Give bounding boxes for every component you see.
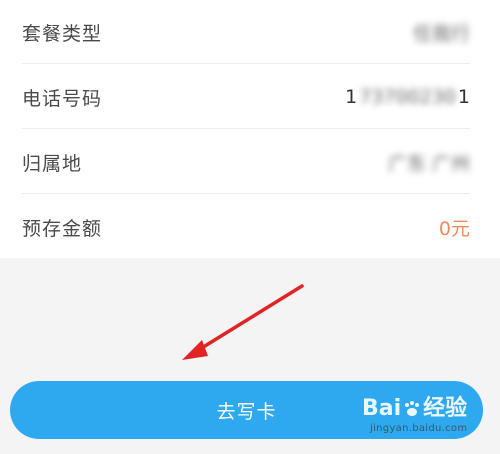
watermark-url: jingyan.baidu.com <box>370 423 468 434</box>
baidu-jingyan-watermark: Bai 经验 jingyan.baidu.com <box>362 397 482 439</box>
phone-number-label: 电话号码 <box>22 87 103 110</box>
location-value: 广东 广州 <box>387 152 470 175</box>
row-divider <box>22 193 470 194</box>
phone-number-first-digit: 1 <box>345 86 358 108</box>
info-row-location: 归属地 广东 广州 <box>22 130 470 194</box>
phone-number-value: 1 73700230 1 <box>345 86 470 108</box>
row-divider <box>22 63 470 64</box>
watermark-brand-left: Bai <box>362 396 402 421</box>
red-arrow-annotation <box>182 284 304 360</box>
paw-icon <box>403 400 421 418</box>
plan-type-value: 任我行 <box>412 22 470 45</box>
plan-type-label: 套餐类型 <box>22 22 103 45</box>
plan-info-card: 套餐类型 任我行 电话号码 1 73700230 1 归属地 广东 广州 预存金… <box>0 0 500 258</box>
info-row-phone-number: 电话号码 1 73700230 1 <box>22 65 470 129</box>
prepaid-amount-value: 0元 <box>438 217 470 240</box>
phone-number-masked-digits: 73700230 <box>359 86 456 108</box>
info-row-prepaid-amount: 预存金额 0元 <box>22 195 470 259</box>
phone-number-last-digit: 1 <box>457 86 470 108</box>
watermark-brand-right: 经验 <box>423 396 468 421</box>
watermark-brand: Bai 经验 <box>362 397 482 421</box>
row-divider <box>22 128 470 129</box>
screen: 套餐类型 任我行 电话号码 1 73700230 1 归属地 广东 广州 预存金… <box>0 0 500 454</box>
location-label: 归属地 <box>22 152 83 175</box>
prepaid-amount-label: 预存金额 <box>22 217 103 240</box>
info-row-plan-type: 套餐类型 任我行 <box>22 0 470 64</box>
